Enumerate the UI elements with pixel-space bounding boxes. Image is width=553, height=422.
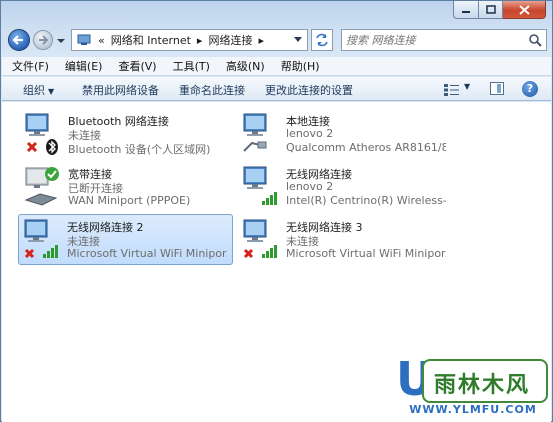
wireless-network-icon xyxy=(243,219,277,259)
refresh-icon xyxy=(316,33,328,47)
connection-device: Qualcomm Atheros AR8161/8... xyxy=(286,141,446,154)
menu-bar: 文件(F) 编辑(E) 查看(V) 工具(T) 高级(N) 帮助(H) xyxy=(2,57,551,76)
breadcrumb-separator[interactable]: ▸ xyxy=(197,34,203,47)
command-bar: 组织 ▼ 禁用此网络设备 重命名此连接 更改此连接的设置 ▼ ? xyxy=(2,77,551,101)
recent-pages-chevron-icon[interactable] xyxy=(56,36,66,46)
menu-advanced[interactable]: 高级(N) xyxy=(226,58,265,74)
network-folder-icon xyxy=(77,34,91,45)
connection-device: WAN Miniport (PPPOE) xyxy=(68,194,191,207)
connection-item-wireless[interactable]: 无线网络连接 lenovo 2 Intel(R) Centrino(R) Wir… xyxy=(238,162,450,212)
address-overflow[interactable]: « xyxy=(98,34,105,47)
address-bar[interactable]: « 网络和 Internet ▸ 网络连接 ▸ xyxy=(71,29,308,51)
refresh-button[interactable] xyxy=(311,29,333,51)
close-icon xyxy=(518,4,530,15)
disable-device-button[interactable]: 禁用此网络设备 xyxy=(82,82,159,98)
maximize-icon xyxy=(485,5,496,14)
breadcrumb-separator-end[interactable]: ▸ xyxy=(258,34,264,47)
menu-view[interactable]: 查看(V) xyxy=(118,58,156,74)
connection-device: Microsoft Virtual WiFi Minipor... xyxy=(286,247,446,260)
connection-item-broadband[interactable]: 宽带连接 已断开连接 WAN Miniport (PPPOE) xyxy=(20,162,232,212)
watermark-badge: 雨林木风 xyxy=(422,359,548,403)
organize-dropdown-icon: ▼ xyxy=(48,87,55,96)
network-connections-window: « 网络和 Internet ▸ 网络连接 ▸ 文件(F) 编辑(E) 查看(V… xyxy=(0,0,553,422)
search-icon[interactable] xyxy=(528,33,542,47)
watermark-name: 雨林木风 xyxy=(434,373,531,398)
breadcrumb-network-connections[interactable]: 网络连接 xyxy=(208,32,252,48)
connection-status: lenovo 2 xyxy=(286,127,334,140)
bluetooth-network-icon xyxy=(25,113,58,155)
connection-device: Microsoft Virtual WiFi Minipor... xyxy=(67,247,227,260)
menu-help[interactable]: 帮助(H) xyxy=(281,58,320,74)
connection-item-bluetooth[interactable]: Bluetooth 网络连接 未连接 Bluetooth 设备(个人区域网) xyxy=(20,109,232,159)
menu-tools[interactable]: 工具(T) xyxy=(173,58,210,74)
menu-edit[interactable]: 编辑(E) xyxy=(65,58,103,74)
forward-button[interactable] xyxy=(33,30,53,50)
connection-device: Intel(R) Centrino(R) Wireless-N... xyxy=(286,194,446,207)
change-view-icon[interactable] xyxy=(444,84,460,96)
broadband-modem-icon xyxy=(24,167,59,206)
search-box xyxy=(341,29,547,51)
address-dropdown-icon[interactable] xyxy=(293,36,303,44)
forward-arrow-icon xyxy=(39,35,49,45)
connection-status: lenovo 2 xyxy=(286,180,334,193)
close-button[interactable] xyxy=(503,1,546,19)
connection-item-local[interactable]: 本地连接 lenovo 2 Qualcomm Atheros AR8161/8.… xyxy=(238,109,450,159)
search-input[interactable] xyxy=(346,32,516,48)
watermark-url: WWW.YLMFU.COM xyxy=(409,403,537,416)
back-button[interactable] xyxy=(8,29,30,51)
rename-connection-button[interactable]: 重命名此连接 xyxy=(179,82,245,98)
back-arrow-icon xyxy=(12,35,23,45)
organize-button[interactable]: 组织 ▼ xyxy=(23,82,54,98)
view-options-dropdown-icon[interactable]: ▼ xyxy=(464,82,470,91)
caption-buttons xyxy=(453,1,546,19)
organize-label: 组织 xyxy=(23,84,45,97)
watermark-logo: U 雨林木风 WWW.YLMFU.COM xyxy=(394,353,552,421)
menu-file[interactable]: 文件(F) xyxy=(12,58,49,74)
minimize-button[interactable] xyxy=(453,1,479,19)
connection-device: Bluetooth 设备(个人区域网) xyxy=(68,143,211,156)
connection-item-wireless-2[interactable]: 无线网络连接 2 未连接 Microsoft Virtual WiFi Mini… xyxy=(18,214,233,265)
wireless-network-icon xyxy=(24,219,58,259)
wireless-network-icon xyxy=(243,166,277,205)
connection-item-wireless-3[interactable]: 无线网络连接 3 未连接 Microsoft Virtual WiFi Mini… xyxy=(238,215,450,265)
minimize-icon xyxy=(462,10,470,13)
breadcrumb-network-internet[interactable]: 网络和 Internet xyxy=(111,32,191,48)
maximize-button[interactable] xyxy=(479,1,503,19)
preview-pane-icon[interactable] xyxy=(490,82,504,95)
change-settings-button[interactable]: 更改此连接的设置 xyxy=(265,82,353,98)
help-icon[interactable]: ? xyxy=(522,81,538,97)
wired-network-icon xyxy=(243,113,267,152)
